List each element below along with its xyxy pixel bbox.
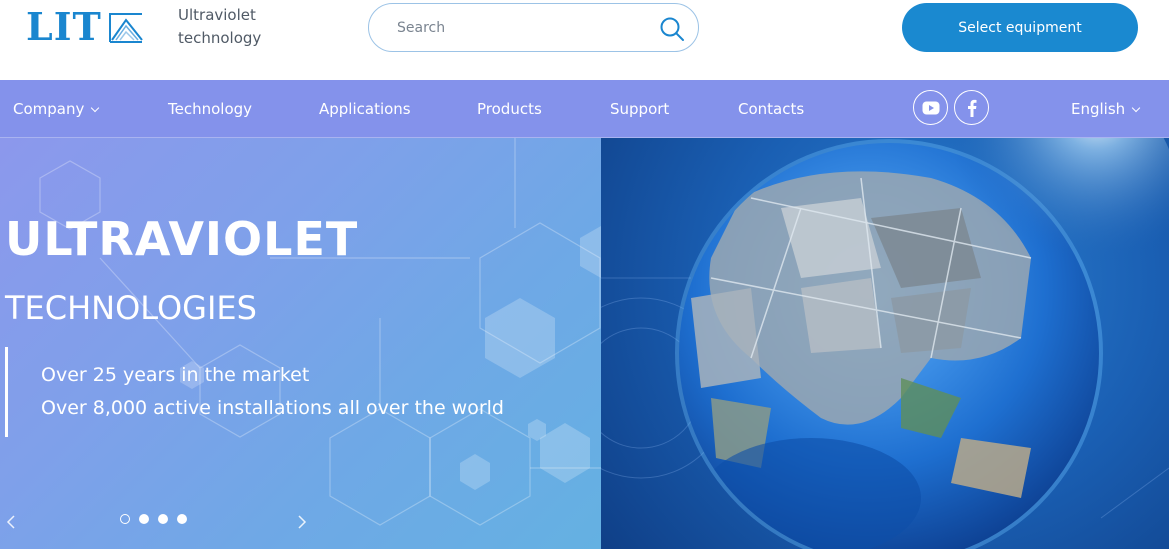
tagline-line-1: Ultraviolet	[178, 6, 256, 24]
site-tagline: Ultraviolet technology	[178, 4, 261, 50]
language-label: English	[1071, 100, 1126, 118]
facebook-glyph-icon	[967, 99, 976, 117]
globe-illustration	[601, 138, 1169, 549]
tagline-line-2: technology	[178, 29, 262, 47]
youtube-glyph-icon	[922, 101, 939, 114]
main-nav: Company Technology Applications Products…	[0, 80, 1169, 138]
hexagon-pattern-decoration	[39, 138, 601, 526]
lit-logo[interactable]: LIT	[26, 7, 144, 47]
hero-text-panel: ULTRAVIOLET TECHNOLOGIES Over 25 years i…	[0, 138, 601, 549]
slider-dot[interactable]	[139, 514, 149, 524]
chevron-left-icon[interactable]	[3, 514, 19, 530]
nav-item-support[interactable]: Support	[610, 99, 669, 119]
logo-mark-icon	[108, 13, 143, 43]
nav-item-company[interactable]: Company	[13, 99, 100, 119]
nav-item-contacts[interactable]: Contacts	[738, 99, 804, 119]
slider-dot[interactable]	[158, 514, 168, 524]
slider-dot[interactable]	[177, 514, 187, 524]
hero-title: ULTRAVIOLET	[5, 212, 359, 266]
youtube-icon[interactable]	[913, 90, 948, 125]
nav-item-label: Company	[13, 100, 85, 118]
chevron-down-icon	[91, 103, 100, 113]
hero-stat-years: Over 25 years in the market	[41, 364, 310, 386]
search-input[interactable]	[397, 18, 647, 38]
nav-item-technology[interactable]: Technology	[168, 99, 252, 119]
nav-item-applications[interactable]: Applications	[319, 99, 411, 119]
facebook-icon[interactable]	[954, 90, 989, 125]
language-selector[interactable]: English	[1071, 99, 1141, 119]
hero-subtitle: TECHNOLOGIES	[5, 289, 257, 327]
nav-item-products[interactable]: Products	[477, 99, 542, 119]
select-equipment-button[interactable]: Select equipment	[902, 3, 1138, 52]
search-icon[interactable]	[658, 15, 686, 43]
chevron-right-icon[interactable]	[294, 514, 310, 530]
site-header: LIT Ultraviolet technology Select equipm…	[0, 0, 1169, 80]
hero-globe-image	[601, 138, 1169, 549]
logo-text: LIT	[26, 4, 102, 49]
hero-stat-installations: Over 8,000 active installations all over…	[41, 397, 504, 419]
hero-slider: ULTRAVIOLET TECHNOLOGIES Over 25 years i…	[0, 138, 1169, 549]
chevron-down-icon	[1131, 103, 1141, 113]
search-box	[368, 3, 699, 52]
hero-accent-bar	[5, 347, 8, 437]
slider-dot[interactable]	[120, 514, 130, 524]
slider-pagination	[120, 514, 187, 524]
